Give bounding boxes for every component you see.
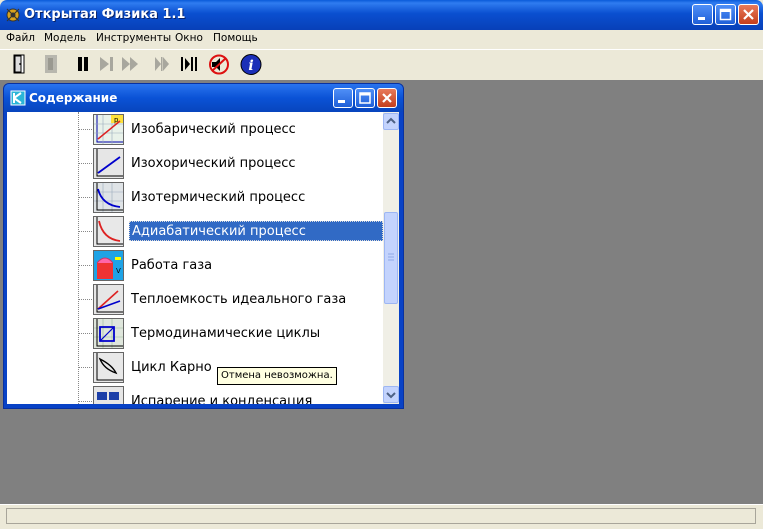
contents-window-icon bbox=[10, 90, 26, 106]
step-back-disabled-icon[interactable] bbox=[150, 52, 176, 77]
minimize-button[interactable] bbox=[692, 4, 713, 25]
heat-capacity-icon bbox=[93, 284, 124, 315]
tree-item-heat-capacity[interactable]: Теплоемкость идеального газа bbox=[129, 290, 348, 310]
step-forward-icon[interactable] bbox=[94, 52, 120, 77]
app-title: Открытая Физика 1.1 bbox=[24, 7, 186, 22]
isochoric-icon bbox=[93, 148, 124, 179]
menu-file[interactable]: Файл bbox=[6, 32, 35, 44]
tree-item-gas-work[interactable]: Работа газа bbox=[129, 256, 214, 276]
tree-connector bbox=[78, 367, 92, 368]
svg-text:i: i bbox=[248, 58, 253, 74]
fast-forward-icon[interactable] bbox=[118, 52, 144, 77]
tree-item-isochoric[interactable]: Изохорический процесс bbox=[129, 154, 298, 174]
tree-connector bbox=[78, 333, 92, 334]
close-button[interactable] bbox=[738, 4, 759, 25]
tooltip: Отмена невозможна. bbox=[217, 367, 337, 385]
svg-text:V: V bbox=[116, 267, 121, 275]
tree-connector bbox=[78, 129, 92, 130]
menu-help[interactable]: Помощь bbox=[213, 32, 258, 44]
contents-tree[interactable]: p Изобарический процесс Изохорический пр… bbox=[7, 112, 383, 404]
scroll-thumb[interactable] bbox=[384, 212, 398, 304]
info-icon[interactable]: i bbox=[238, 52, 264, 77]
isobaric-icon: p bbox=[93, 114, 124, 145]
tree-connector bbox=[78, 299, 92, 300]
tree-item-thermo-cycles[interactable]: Термодинамические циклы bbox=[129, 324, 322, 344]
exit-door-icon[interactable] bbox=[6, 52, 32, 77]
step-bars-icon[interactable] bbox=[176, 52, 202, 77]
tree-item-isothermal[interactable]: Изотермический процесс bbox=[129, 188, 307, 208]
contents-maximize-button[interactable] bbox=[355, 88, 375, 108]
status-field bbox=[6, 508, 756, 524]
carnot-icon bbox=[93, 352, 124, 383]
menu-bar: Файл Модель Инструменты Окно Помощь bbox=[0, 30, 763, 48]
menu-window[interactable]: Окно bbox=[175, 32, 203, 44]
contents-close-button[interactable] bbox=[377, 88, 397, 108]
app-icon bbox=[4, 6, 22, 24]
contents-minimize-button[interactable] bbox=[333, 88, 353, 108]
scroll-up-button[interactable] bbox=[383, 113, 399, 130]
gas-work-icon: V bbox=[93, 250, 124, 281]
menu-tools[interactable]: Инструменты bbox=[96, 32, 171, 44]
tree-line bbox=[78, 112, 79, 404]
tree-item-adiabatic[interactable]: Адиабатический процесс bbox=[129, 221, 383, 241]
maximize-button[interactable] bbox=[715, 4, 736, 25]
adiabatic-icon bbox=[93, 216, 124, 247]
tree-connector bbox=[78, 401, 92, 402]
scroll-down-button[interactable] bbox=[383, 386, 399, 403]
contents-title: Содержание bbox=[29, 91, 118, 105]
thermo-cycles-icon bbox=[93, 318, 124, 349]
evaporation-icon bbox=[93, 386, 124, 404]
tree-item-isobaric[interactable]: Изобарический процесс bbox=[129, 120, 298, 140]
tree-item-evaporation[interactable]: Испарение и конденсация bbox=[129, 392, 314, 404]
toolbar: i bbox=[0, 49, 763, 80]
tree-connector bbox=[78, 163, 92, 164]
svg-text:p: p bbox=[114, 116, 119, 124]
menu-model[interactable]: Модель bbox=[44, 32, 86, 44]
model-disabled-icon[interactable] bbox=[38, 52, 64, 77]
mute-icon[interactable] bbox=[206, 52, 232, 77]
tree-item-carnot[interactable]: Цикл Карно bbox=[129, 358, 214, 378]
tree-connector bbox=[78, 265, 92, 266]
pause-icon[interactable] bbox=[70, 52, 96, 77]
tree-connector bbox=[78, 197, 92, 198]
tree-connector bbox=[78, 231, 92, 232]
isothermal-icon bbox=[93, 182, 124, 213]
